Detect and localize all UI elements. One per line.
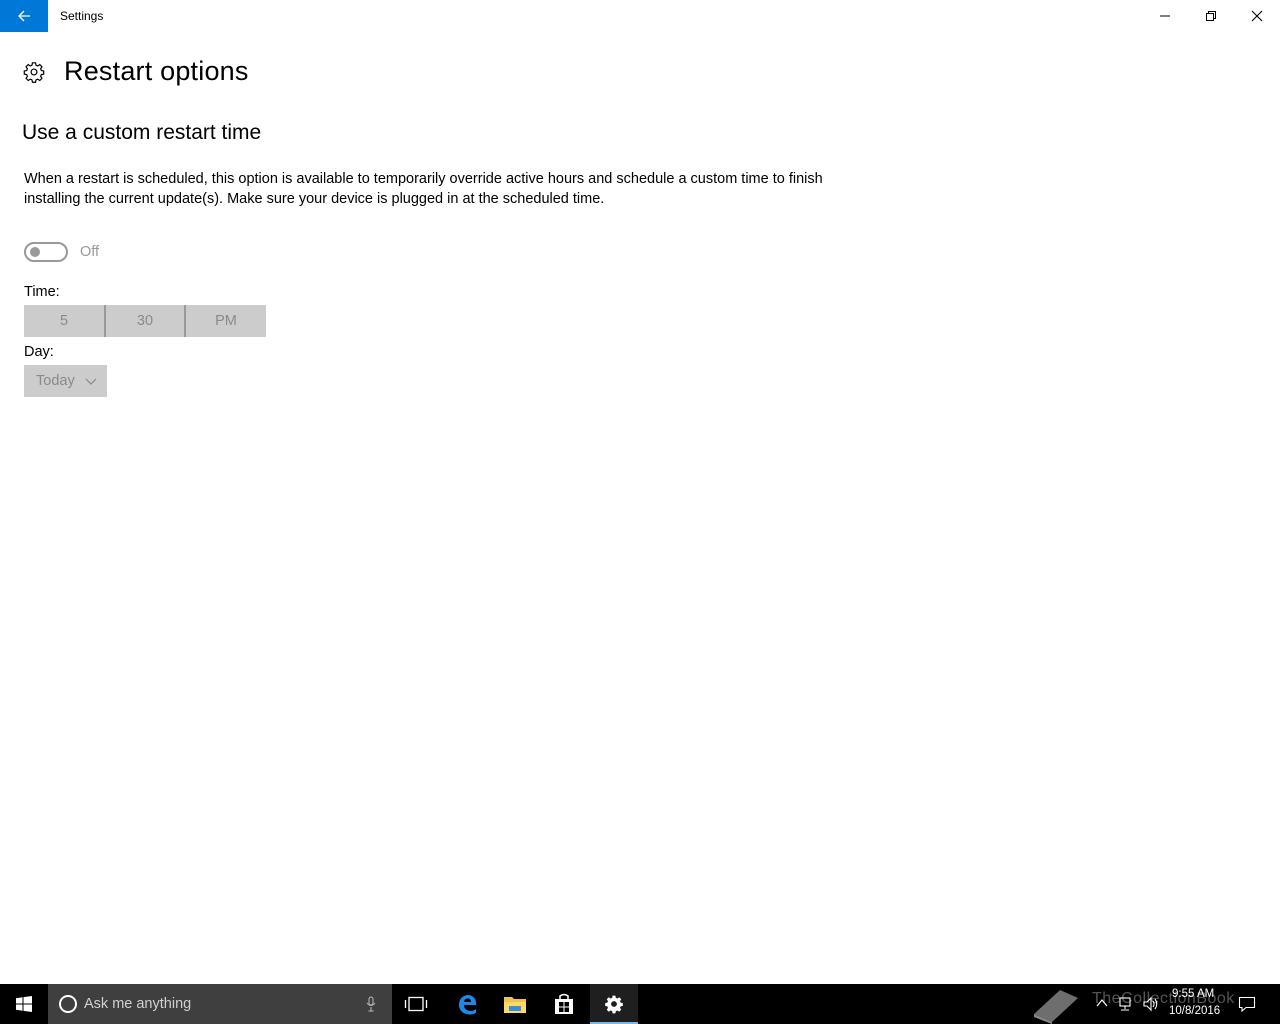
description-text: When a restart is scheduled, this option…: [24, 171, 823, 207]
page-title: Restart options: [64, 56, 249, 86]
restore-button[interactable]: [1188, 0, 1234, 32]
settings-gear-icon: [605, 995, 623, 1014]
section-title: Use a custom restart time: [22, 121, 262, 144]
book-logo-icon: [1034, 990, 1078, 1024]
custom-restart-toggle[interactable]: [24, 242, 68, 262]
time-label: Time:: [24, 284, 60, 300]
network-icon[interactable]: [1118, 996, 1136, 1012]
chevron-down-icon: [85, 378, 97, 385]
clock-time[interactable]: 9:55 AM: [1172, 988, 1214, 1000]
volume-icon[interactable]: [1142, 996, 1160, 1012]
close-button[interactable]: [1234, 0, 1280, 32]
minimize-button[interactable]: [1142, 0, 1188, 32]
restore-icon: [1206, 11, 1216, 21]
edge-browser-icon: [459, 995, 476, 1015]
folder-icon: [504, 997, 526, 1013]
period-selector[interactable]: PM: [186, 305, 266, 337]
taskbar-settings[interactable]: [590, 984, 638, 1024]
gear-icon: [23, 62, 45, 83]
taskbar-file-explorer[interactable]: [491, 984, 539, 1024]
day-label: Day:: [24, 344, 54, 360]
window-title: Settings: [60, 9, 104, 23]
taskbar-store[interactable]: [540, 984, 588, 1024]
start-button[interactable]: [0, 984, 48, 1024]
clock-date[interactable]: 10/8/2016: [1169, 1005, 1220, 1017]
cortana-icon: [59, 995, 77, 1013]
back-arrow-icon: [18, 10, 30, 22]
microphone-icon[interactable]: [366, 996, 376, 1012]
time-picker[interactable]: 5 30 PM: [24, 305, 266, 337]
minimize-icon: [1160, 15, 1170, 17]
taskbar-edge[interactable]: [443, 984, 491, 1024]
task-view-button[interactable]: [392, 984, 440, 1024]
search-box[interactable]: Ask me anything: [48, 984, 392, 1024]
hour-selector[interactable]: 5: [24, 305, 104, 337]
show-hidden-icons-chevron-icon[interactable]: [1096, 998, 1108, 1008]
search-placeholder: Ask me anything: [84, 996, 192, 1012]
action-center-icon[interactable]: [1238, 996, 1256, 1012]
back-button[interactable]: [0, 0, 48, 32]
day-dropdown-value: Today: [36, 373, 75, 389]
task-view-icon: [404, 996, 428, 1012]
minute-selector[interactable]: 30: [106, 305, 184, 337]
day-dropdown[interactable]: Today: [24, 365, 107, 397]
close-icon: [1251, 10, 1263, 22]
windows-logo-icon: [16, 996, 32, 1012]
title-bar: Settings: [0, 0, 1280, 32]
toggle-knob: [30, 247, 40, 257]
taskbar: Ask me anything TheCollectionBook 9:55 A…: [0, 984, 1280, 1024]
store-icon: [555, 993, 573, 1014]
toggle-state-label: Off: [80, 244, 100, 260]
